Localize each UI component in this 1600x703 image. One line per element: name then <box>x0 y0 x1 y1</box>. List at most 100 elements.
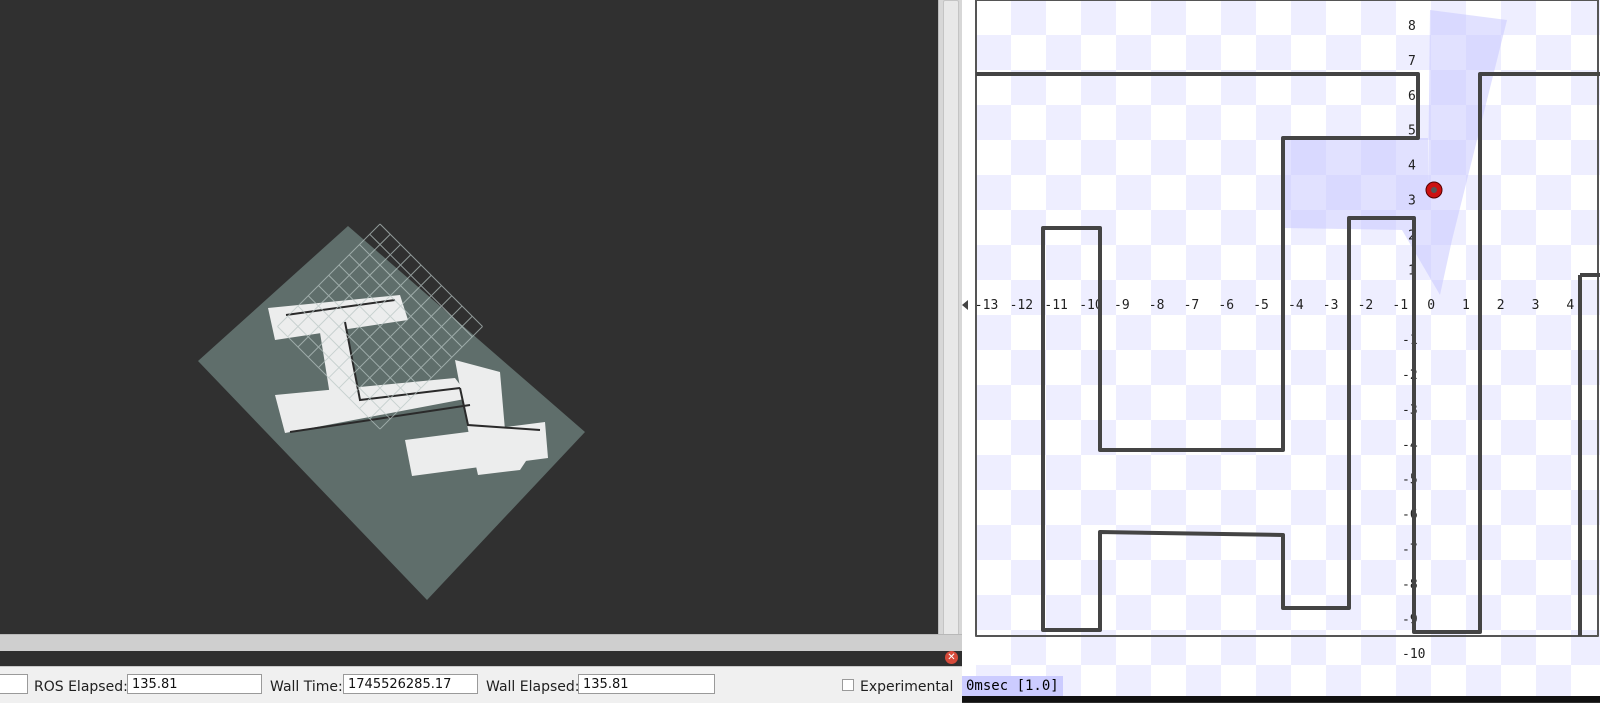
checker-cell <box>1081 0 1116 35</box>
y-axis-label: -10 <box>1402 647 1425 662</box>
checker-cell <box>1431 350 1466 385</box>
checker-cell <box>976 595 1011 630</box>
x-axis-label: -8 <box>1149 298 1165 313</box>
checker-cell <box>1466 455 1501 490</box>
checker-cell <box>1151 350 1186 385</box>
checker-cell <box>1501 560 1536 595</box>
checker-cell <box>976 385 1011 420</box>
checker-cell <box>1221 210 1256 245</box>
checker-cell <box>1536 315 1571 350</box>
checker-cell <box>1116 105 1151 140</box>
x-axis-label: 4 <box>1566 298 1574 313</box>
checker-cell <box>1571 490 1600 525</box>
ros-time-field-partial[interactable] <box>0 674 28 694</box>
checker-cell <box>976 105 1011 140</box>
checker-cell <box>1361 350 1396 385</box>
checker-cell <box>1571 420 1600 455</box>
checker-cell <box>1186 595 1221 630</box>
checker-cell <box>1116 315 1151 350</box>
checker-cell <box>1011 420 1046 455</box>
ros-elapsed-field[interactable]: 135.81 <box>127 674 262 694</box>
checker-cell <box>1326 595 1361 630</box>
checker-cell <box>1466 595 1501 630</box>
checker-cell <box>976 175 1011 210</box>
checker-cell <box>1256 455 1291 490</box>
checker-cell <box>1256 315 1291 350</box>
checker-cell <box>1116 525 1151 560</box>
x-axis-label: -3 <box>1323 298 1339 313</box>
x-axis-label: -12 <box>1010 298 1033 313</box>
checker-cell <box>1326 105 1361 140</box>
checker-cell <box>1536 35 1571 70</box>
checker-cell <box>1431 490 1466 525</box>
checker-cell <box>1151 0 1186 35</box>
stage-simulator-view[interactable]: -4-13-12-11-10-9-8-7-6-5-4-3-2-101234 87… <box>962 0 1600 702</box>
checker-cell <box>1501 490 1536 525</box>
checker-cell <box>1571 210 1600 245</box>
y-axis-label: 6 <box>1408 89 1416 104</box>
checker-cell <box>1291 0 1326 35</box>
checker-cell <box>1011 140 1046 175</box>
x-axis-label: -6 <box>1218 298 1234 313</box>
checker-cell <box>1221 490 1256 525</box>
checker-cell <box>1536 595 1571 630</box>
checker-cell <box>1536 105 1571 140</box>
vertical-scrollbar[interactable] <box>938 0 963 640</box>
ros-elapsed-label: ROS Elapsed: <box>34 679 128 695</box>
checker-cell <box>1256 35 1291 70</box>
checker-cell <box>1536 385 1571 420</box>
checker-cell <box>1571 0 1600 35</box>
close-icon[interactable]: ✕ <box>945 651 958 664</box>
checker-cell <box>1046 385 1081 420</box>
checker-cell <box>1186 175 1221 210</box>
y-axis-label: 8 <box>1408 19 1416 34</box>
checker-cell <box>1536 455 1571 490</box>
checker-cell <box>1186 455 1221 490</box>
experimental-checkbox[interactable] <box>842 679 854 691</box>
checker-cell <box>1326 245 1361 280</box>
checker-cell <box>1221 350 1256 385</box>
scroll-left-arrow-icon <box>962 300 968 310</box>
checker-cell <box>976 525 1011 560</box>
checker-cell <box>1081 140 1116 175</box>
x-axis-label: -4 <box>1288 298 1304 313</box>
checker-cell <box>976 315 1011 350</box>
checker-cell <box>1571 280 1600 315</box>
checker-cell <box>1116 385 1151 420</box>
checker-cell <box>1536 245 1571 280</box>
checker-cell <box>1116 175 1151 210</box>
occupancy-map-plane <box>198 226 585 600</box>
time-panel: ROS Elapsed: 135.81 Wall Time: 174552628… <box>0 666 962 703</box>
checker-cell <box>1326 455 1361 490</box>
checker-cell <box>1186 315 1221 350</box>
wall-elapsed-field[interactable]: 135.81 <box>578 674 715 694</box>
wall-time-field[interactable]: 1745526285.17 <box>343 674 478 694</box>
x-axis-label: 0 <box>1427 298 1435 313</box>
checker-cell <box>1466 665 1501 700</box>
checker-cell <box>1326 315 1361 350</box>
x-axis-label: -1 <box>1392 298 1408 313</box>
checker-cell <box>1326 665 1361 700</box>
x-axis-label: 3 <box>1532 298 1540 313</box>
checker-cell <box>1186 105 1221 140</box>
checker-cell <box>1046 175 1081 210</box>
checker-cell <box>976 245 1011 280</box>
checker-cell <box>976 35 1011 70</box>
rviz-3d-view[interactable] <box>0 0 938 634</box>
horizontal-scrollbar[interactable] <box>0 634 962 651</box>
checker-cell <box>1256 525 1291 560</box>
checker-cell <box>1046 315 1081 350</box>
checker-cell <box>1081 490 1116 525</box>
checker-cell <box>1046 245 1081 280</box>
robot-marker <box>1425 181 1443 199</box>
checker-cell <box>1046 595 1081 630</box>
checker-cell <box>1396 665 1431 700</box>
stage-bottom-strip <box>962 696 1600 702</box>
checker-cell <box>1011 560 1046 595</box>
checker-cell <box>1221 140 1256 175</box>
vertical-scrollbar-thumb[interactable] <box>943 0 959 638</box>
checker-cell <box>1326 525 1361 560</box>
checker-cell <box>1256 245 1291 280</box>
checker-cell <box>1116 455 1151 490</box>
checker-cell <box>1326 385 1361 420</box>
